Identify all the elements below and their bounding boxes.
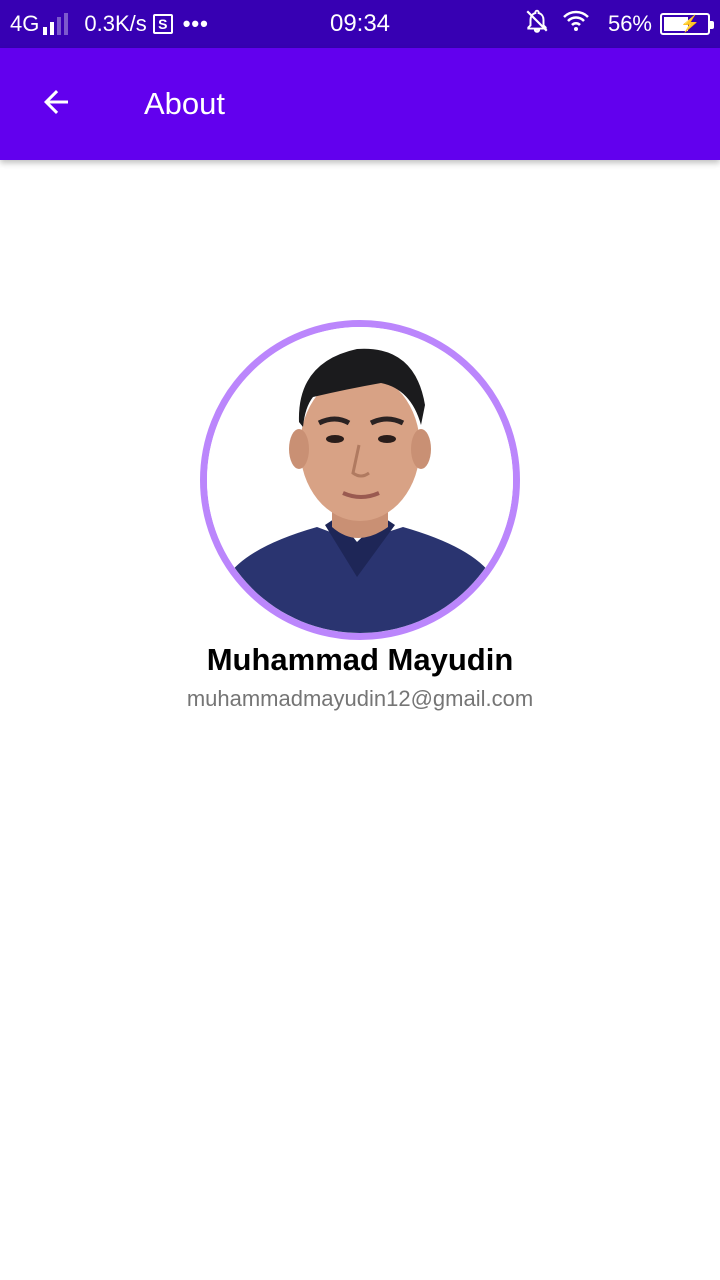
profile-name: Muhammad Mayudin <box>206 642 514 677</box>
status-left: 4G 0.3K/s S ••• <box>10 0 209 48</box>
wifi-icon <box>562 9 590 39</box>
signal-icon <box>43 13 69 35</box>
battery-charging-icon: ⚡ <box>660 13 714 35</box>
battery-nub <box>710 21 714 29</box>
status-bar: 4G 0.3K/s S ••• 09:34 56% ⚡ <box>0 0 720 48</box>
profile-photo <box>207 327 513 633</box>
status-right: 56% ⚡ <box>524 0 714 48</box>
page-title: About <box>144 86 226 121</box>
s-app-icon-letter: S <box>158 16 168 32</box>
arrow-back-icon <box>38 84 74 125</box>
back-button[interactable] <box>24 72 88 136</box>
s-app-icon: S <box>152 14 173 34</box>
battery-percent: 56% <box>607 11 652 36</box>
more-dots-icon: ••• <box>182 11 209 36</box>
profile-email: muhammadmayudin12@gmail.com <box>186 686 534 711</box>
app-bar: About <box>0 48 720 160</box>
bolt-icon: ⚡ <box>680 16 700 33</box>
avatar <box>200 320 520 640</box>
network-type: 4G <box>10 11 40 36</box>
notifications-off-icon <box>524 8 550 40</box>
network-speed: 0.3K/s <box>84 11 147 36</box>
